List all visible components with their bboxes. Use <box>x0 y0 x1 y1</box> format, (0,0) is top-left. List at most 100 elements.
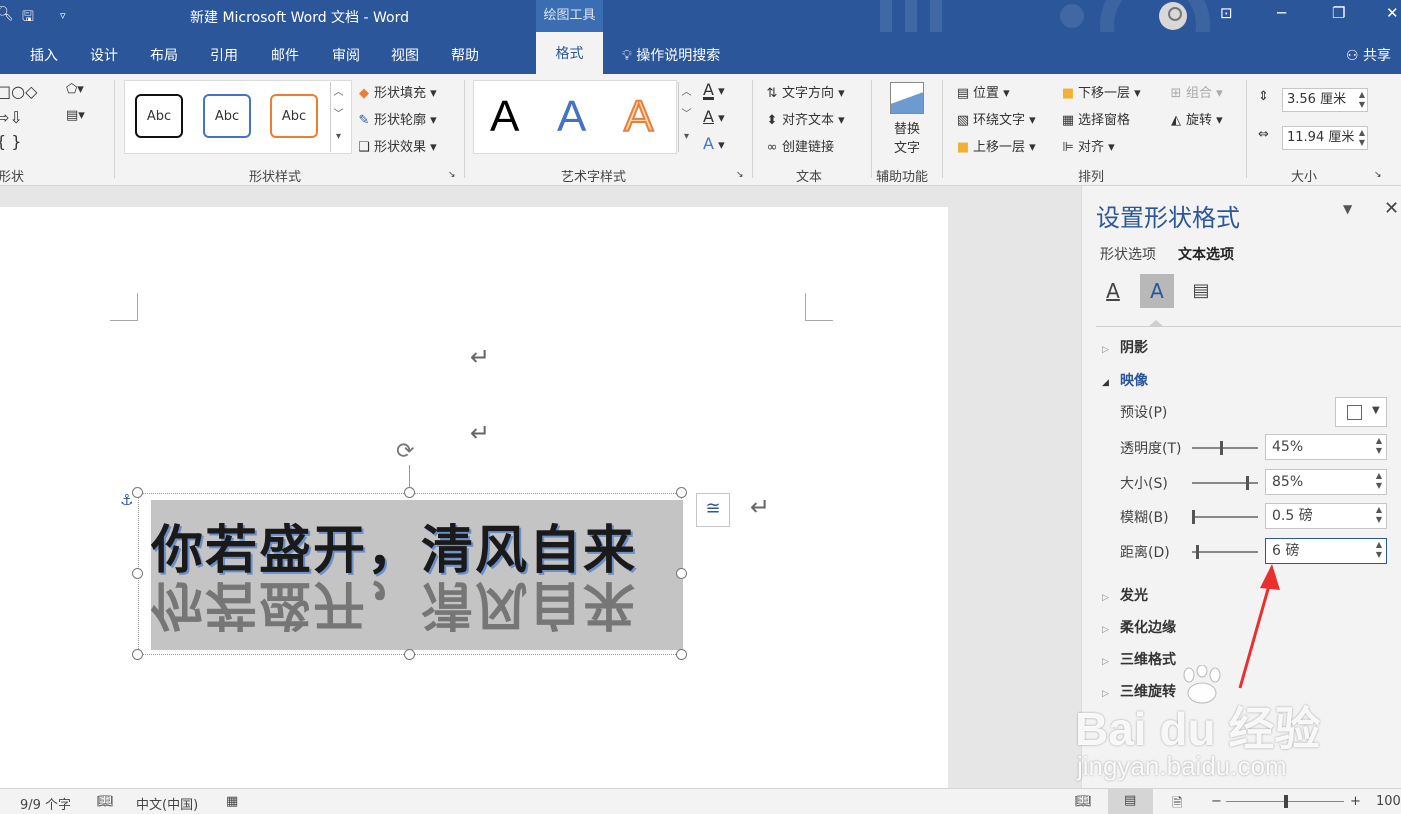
tab-review[interactable]: 审阅 <box>332 45 360 65</box>
align-text-button[interactable]: ⬍ 对齐文本 ▾ <box>764 109 845 128</box>
text-effects-button[interactable]: A ▾ <box>703 134 725 153</box>
reflection-preset-dropdown[interactable]: ▼ <box>1335 397 1387 427</box>
text-box-icon[interactable]: ▤▾ <box>66 108 85 123</box>
share-button[interactable]: ⚇ 共享 <box>1346 45 1391 65</box>
send-backward-button[interactable]: ■ 下移一层 ▾ <box>1060 82 1141 101</box>
shape-style-preset-orange[interactable]: Abc <box>270 94 318 138</box>
distance-slider[interactable] <box>1192 545 1258 559</box>
tab-shape-options[interactable]: 形状选项 <box>1100 244 1156 264</box>
zoom-out-icon[interactable]: − <box>1211 794 1222 809</box>
macro-recording-icon[interactable]: ▦ <box>226 794 238 809</box>
shape-effects-button[interactable]: ❑ 形状效果 ▾ <box>356 136 437 155</box>
wrap-text-button[interactable]: ▧ 环绕文字 ▾ <box>955 109 1036 128</box>
create-link-button[interactable]: ∞ 创建链接 <box>764 136 834 155</box>
height-spinner[interactable]: ▲ ▼ <box>1359 90 1365 110</box>
wordart-preset-black[interactable]: A <box>490 92 519 142</box>
width-spinner[interactable]: ▲ ▼ <box>1359 128 1365 148</box>
wordart-dialog-launcher-icon[interactable]: ↘ <box>736 170 744 180</box>
wordart-text-box[interactable]: 你若盛开，清风自来 你若盛开，清风自来 <box>138 493 683 655</box>
tab-layout[interactable]: 布局 <box>150 45 178 65</box>
section-glow[interactable]: ▷ 发光 <box>1102 585 1148 605</box>
size-slider[interactable] <box>1192 476 1258 490</box>
tab-insert[interactable]: 插入 <box>30 45 58 65</box>
shape-style-preset-black[interactable]: Abc <box>135 94 183 138</box>
tab-view[interactable]: 视图 <box>391 45 419 65</box>
resize-handle-middle-right[interactable] <box>676 568 687 579</box>
text-box-layout-icon[interactable]: ▤ <box>1184 274 1218 308</box>
selection-pane-button[interactable]: ▦ 选择窗格 <box>1060 109 1130 128</box>
alt-text-button[interactable]: 替换 文字 <box>880 80 934 160</box>
section-3d-format[interactable]: ▷ 三维格式 <box>1102 649 1176 669</box>
language-indicator[interactable]: 中文(中国) <box>136 794 198 813</box>
shape-outline-button[interactable]: ✎ 形状轮廓 ▾ <box>356 109 437 128</box>
tell-me-search[interactable]: 💡︎ 操作说明搜索 <box>622 45 720 65</box>
size-dialog-launcher-icon[interactable]: ↘ <box>1374 170 1382 180</box>
align-button[interactable]: ⊫ 对齐 ▾ <box>1060 136 1114 155</box>
minimize-icon[interactable]: ─ <box>1277 4 1286 22</box>
resize-handle-bottom-left[interactable] <box>132 649 143 660</box>
height-input[interactable]: 3.56 厘米 ▲ ▼ <box>1282 88 1368 112</box>
resize-handle-bottom-right[interactable] <box>676 649 687 660</box>
restore-icon[interactable]: ❐ <box>1332 4 1345 22</box>
document-page[interactable]: ↵ ↵ ↵ ⟳ ⚓︎ 你若盛开，清风自来 你若盛开，清风自来 ≅ <box>0 207 948 788</box>
pane-close-icon[interactable]: ✕ <box>1384 198 1399 219</box>
wordart-preset-blue[interactable]: A <box>557 92 586 142</box>
position-button[interactable]: ▤ 位置 ▾ <box>955 82 1010 101</box>
width-input[interactable]: 11.94 厘米 ▲ ▼ <box>1282 126 1368 150</box>
read-mode-icon[interactable]: 📖︎ <box>1075 794 1092 809</box>
shape-styles-gallery-scroll[interactable]: ︿ ﹀ ▾ <box>330 82 346 152</box>
size-slider-thumb[interactable] <box>1246 476 1249 490</box>
size-input[interactable]: 85% ▲ ▼ <box>1265 469 1387 495</box>
resize-handle-bottom-center[interactable] <box>404 649 415 660</box>
text-effects-icon[interactable]: A <box>1140 274 1174 308</box>
text-direction-button[interactable]: ⇅ 文字方向 ▾ <box>764 82 845 101</box>
zoom-slider-thumb[interactable] <box>1284 795 1288 808</box>
text-fill-button[interactable]: A ▾ <box>703 80 725 99</box>
blur-slider[interactable] <box>1192 510 1258 524</box>
tab-mailings[interactable]: 邮件 <box>271 45 299 65</box>
tab-help[interactable]: 帮助 <box>451 45 479 65</box>
tab-references[interactable]: 引用 <box>210 45 238 65</box>
tab-design[interactable]: 设计 <box>90 45 118 65</box>
section-shadow[interactable]: ▷ 阴影 <box>1102 337 1148 357</box>
blur-spinner[interactable]: ▲ ▼ <box>1376 505 1382 525</box>
tab-format[interactable]: 格式 <box>536 32 603 74</box>
quick-access-dropdown-icon[interactable]: ▿ <box>60 9 66 22</box>
transparency-spinner[interactable]: ▲ ▼ <box>1376 436 1382 456</box>
resize-handle-top-right[interactable] <box>676 487 687 498</box>
zoom-level[interactable]: 100 <box>1376 794 1401 809</box>
shapes-gallery-row3-icon[interactable]: { } <box>0 132 21 151</box>
bring-forward-button[interactable]: ■ 上移一层 ▾ <box>955 136 1036 155</box>
transparency-slider[interactable] <box>1192 441 1258 455</box>
proofing-icon[interactable]: 📖︎ <box>97 794 114 809</box>
distance-spinner[interactable]: ▲ ▼ <box>1376 540 1382 560</box>
word-count[interactable]: 9/9 个字 <box>20 794 71 813</box>
web-layout-icon[interactable]: 🗎︎ <box>1172 794 1182 814</box>
transparency-slider-thumb[interactable] <box>1220 441 1223 455</box>
dialog-launcher-icon[interactable]: ↘ <box>448 170 456 180</box>
resize-handle-top-left[interactable] <box>132 487 143 498</box>
text-outline-button[interactable]: A ▾ <box>703 107 725 126</box>
print-layout-button[interactable]: ▤ <box>1108 789 1153 814</box>
size-spinner[interactable]: ▲ ▼ <box>1376 471 1382 491</box>
rotate-button[interactable]: ◭ 旋转 ▾ <box>1168 109 1223 128</box>
shapes-gallery-row2-icon[interactable]: ⇨⇩ <box>0 108 23 127</box>
edit-shape-icon[interactable]: ⬠▾ <box>66 82 84 97</box>
tab-text-options[interactable]: 文本选项 <box>1178 244 1234 264</box>
wordart-preset-orange[interactable]: A <box>623 91 654 142</box>
section-soft-edges[interactable]: ▷ 柔化边缘 <box>1102 617 1176 637</box>
shape-fill-button[interactable]: ◆ 形状填充 ▾ <box>356 82 437 101</box>
section-reflection[interactable]: ◢ 映像 <box>1102 370 1148 390</box>
text-fill-outline-icon[interactable]: A <box>1096 274 1130 308</box>
user-avatar[interactable] <box>1159 2 1187 30</box>
resize-handle-top-center[interactable] <box>404 487 415 498</box>
close-icon[interactable]: ✕ <box>1386 4 1399 22</box>
layout-options-icon[interactable]: ≅ <box>696 493 730 527</box>
shapes-gallery-icon[interactable]: □○◇ <box>0 82 37 101</box>
rotation-handle-icon[interactable]: ⟳ <box>396 439 414 464</box>
save-icon[interactable]: 🖫 <box>22 6 34 30</box>
blur-slider-thumb[interactable] <box>1192 510 1195 524</box>
resize-handle-middle-left[interactable] <box>132 568 143 579</box>
wordart-gallery-scroll[interactable]: ︿ ﹀ ▾ <box>678 82 694 152</box>
search-icon[interactable]: 🔍︎ <box>0 6 14 22</box>
